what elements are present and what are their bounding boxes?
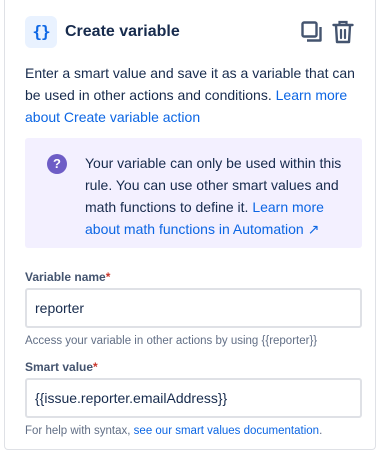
delete-button[interactable] — [331, 20, 355, 44]
braces-icon: {} — [25, 16, 57, 48]
smart-value-help-text: For help with syntax, — [25, 425, 131, 437]
smart-value-label: Smart value* — [25, 360, 98, 374]
description: Enter a smart value and save it as a var… — [25, 62, 365, 128]
info-panel: ? Your variable can only be used within … — [25, 138, 362, 248]
copy-icon — [301, 21, 322, 42]
question-icon: ? — [47, 154, 67, 174]
variable-name-label: Variable name* — [25, 270, 110, 284]
info-text: Your variable can only be used within th… — [85, 152, 355, 240]
required-marker: * — [105, 270, 111, 284]
create-variable-panel: {} Create variable Enter a smart value a… — [4, 0, 376, 450]
smart-value-input[interactable] — [25, 378, 362, 418]
duplicate-button[interactable] — [300, 20, 324, 44]
smart-value-help: For help with syntax, see our smart valu… — [25, 425, 322, 437]
external-link-icon: ↗ — [307, 221, 320, 237]
panel-title: Create variable — [65, 23, 180, 40]
trash-icon — [332, 20, 354, 44]
panel-header: {} Create variable — [25, 16, 365, 48]
smart-values-documentation-link[interactable]: see our smart values documentation — [134, 425, 319, 437]
variable-name-input[interactable] — [25, 288, 362, 328]
required-marker: * — [93, 360, 98, 374]
smart-value-help-end: . — [319, 425, 323, 437]
smart-value-label-text: Smart value — [25, 360, 94, 374]
variable-name-help: Access your variable in other actions by… — [25, 335, 318, 347]
variable-name-label-text: Variable name — [25, 270, 106, 284]
